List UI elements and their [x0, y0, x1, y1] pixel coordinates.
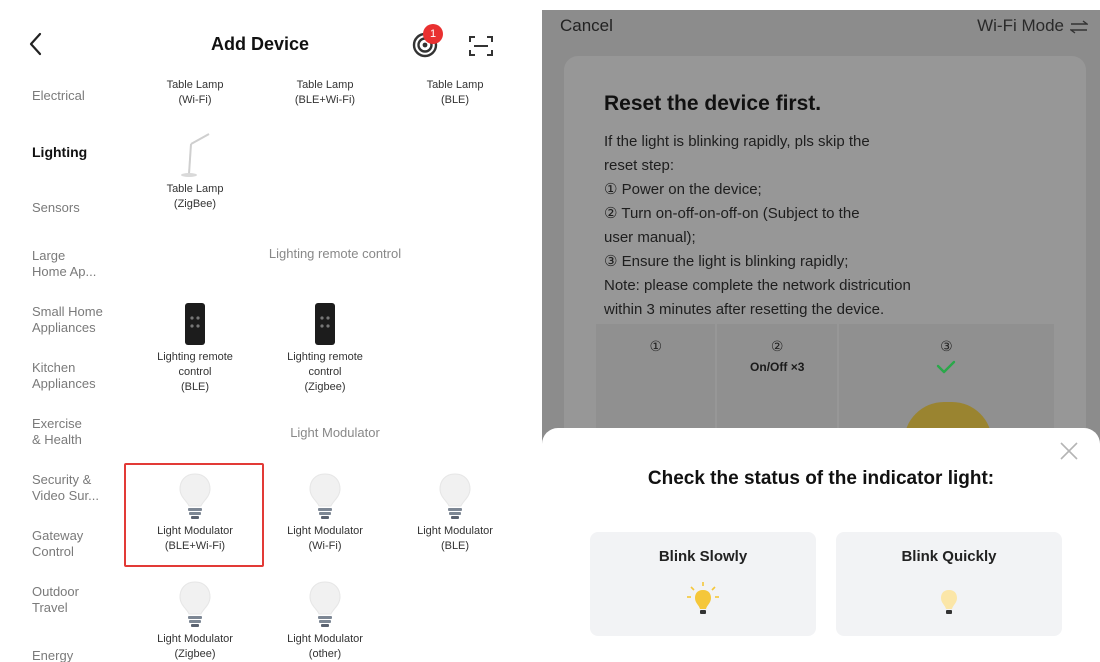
light-bulb-icon — [941, 590, 957, 614]
category-sidebar: Electrical Lighting Sensors Large Home A… — [0, 70, 130, 662]
category-security-video[interactable]: Security & Video Sur... — [32, 472, 122, 504]
scroll-fade — [130, 64, 520, 74]
device-remote-zigbee[interactable]: Lighting remote control (Zigbee) — [260, 292, 390, 395]
light-bulb-icon — [260, 466, 390, 520]
section-title-remote: Lighting remote control — [268, 246, 402, 261]
device-remote-ble[interactable]: Lighting remote control (BLE) — [130, 292, 260, 395]
light-bulb-icon — [130, 574, 260, 628]
mode-switch-button[interactable]: Wi-Fi Mode — [977, 16, 1064, 36]
step-caption: On/Off ×3 — [750, 360, 805, 374]
instruction-text: If the light is blinking rapidly, pls sk… — [604, 130, 1074, 322]
device-light-modulator-zigbee[interactable]: Light Modulator (Zigbee) — [130, 574, 260, 662]
device-light-modulator-ble[interactable]: Light Modulator (BLE) — [390, 466, 520, 554]
category-energy[interactable]: Energy — [32, 648, 122, 662]
instruction-line: ① Power on the device; — [604, 181, 762, 198]
category-kitchen-appliances[interactable]: Kitchen Appliances — [32, 360, 122, 392]
device-grid: Table Lamp (Wi-Fi) Table Lamp (BLE+Wi-Fi… — [130, 0, 520, 662]
add-device-screen: Add Device 1 Electrical Lighting Sensors… — [0, 0, 520, 662]
category-lighting[interactable]: Lighting — [32, 144, 122, 160]
step-number: ③ — [940, 338, 953, 354]
category-small-home-appliances[interactable]: Small Home Appliances — [32, 304, 122, 336]
check-icon — [839, 360, 1054, 379]
step-number: ① — [649, 338, 663, 354]
device-table-lamp-wifi[interactable]: Table Lamp (Wi-Fi) — [130, 78, 260, 108]
device-label: Light Modulator (BLE+Wi-Fi) — [157, 525, 233, 552]
instruction-line: ③ Ensure the light is blinking rapidly; — [604, 253, 849, 270]
device-label: Table Lamp (Wi-Fi) — [166, 79, 224, 106]
category-electrical[interactable]: Electrical — [32, 88, 122, 104]
light-bulb-icon — [390, 466, 520, 520]
category-sensors[interactable]: Sensors — [32, 200, 122, 216]
glowing-bulb-icon — [687, 582, 719, 614]
device-table-lamp-zigbee[interactable]: Table Lamp (ZigBee) — [130, 124, 260, 212]
cancel-button[interactable]: Cancel — [560, 16, 613, 36]
device-light-modulator-other[interactable]: Light Modulator (other) — [260, 574, 390, 662]
category-large-home-appliances[interactable]: Large Home Ap... — [32, 248, 122, 280]
category-gateway-control[interactable]: Gateway Control — [32, 528, 122, 560]
category-exercise-health[interactable]: Exercise & Health — [32, 416, 122, 448]
remote-control-icon — [130, 292, 260, 346]
close-button[interactable] — [1058, 440, 1080, 462]
device-table-lamp-ble[interactable]: Table Lamp (BLE) — [390, 78, 520, 108]
option-label: Blink Slowly — [658, 548, 748, 565]
sheet-title: Check the status of the indicator light: — [647, 468, 995, 489]
step-number: ② — [770, 338, 784, 354]
device-label: Table Lamp (ZigBee) — [166, 183, 224, 210]
instruction-line: ② Turn on-off-on-off-on (Subject to the … — [604, 205, 860, 246]
device-label: Table Lamp (BLE) — [426, 79, 484, 106]
blink-slowly-option[interactable]: Blink Slowly — [590, 532, 816, 636]
close-icon — [1060, 442, 1078, 460]
device-table-lamp-ble-wifi[interactable]: Table Lamp (BLE+Wi-Fi) — [260, 78, 390, 108]
option-label: Blink Quickly — [901, 548, 997, 565]
light-bulb-icon — [130, 466, 260, 520]
card-title: Reset the device first. — [604, 92, 822, 115]
section-title-modulator: Light Modulator — [290, 425, 380, 440]
light-bulb-icon — [260, 574, 390, 628]
device-light-modulator-ble-wifi[interactable]: Light Modulator (BLE+Wi-Fi) — [130, 466, 260, 554]
instruction-line: Note: please complete the network distri… — [604, 277, 911, 318]
device-label: Light Modulator (Zigbee) — [157, 633, 233, 660]
device-label: Light Modulator (other) — [287, 633, 363, 660]
indicator-status-sheet: Check the status of the indicator light:… — [542, 428, 1100, 662]
device-label: Lighting remote control (BLE) — [157, 351, 233, 393]
instruction-line: If the light is blinking rapidly, pls sk… — [604, 133, 870, 174]
device-label: Light Modulator (Wi-Fi) — [287, 525, 363, 552]
category-outdoor-travel[interactable]: Outdoor Travel — [32, 584, 122, 616]
device-label: Table Lamp (BLE+Wi-Fi) — [294, 79, 356, 106]
device-label: Light Modulator (BLE) — [417, 525, 493, 552]
reset-device-screen: Cancel Wi-Fi Mode Reset the device first… — [542, 10, 1100, 662]
device-label: Lighting remote control (Zigbee) — [287, 351, 363, 393]
instruction-card: Reset the device first. If the light is … — [564, 56, 1086, 476]
device-light-modulator-wifi[interactable]: Light Modulator (Wi-Fi) — [260, 466, 390, 554]
table-lamp-icon — [130, 124, 260, 178]
remote-control-icon — [260, 292, 390, 346]
switch-arrows-icon — [1070, 20, 1088, 34]
blink-quickly-option[interactable]: Blink Quickly — [836, 532, 1062, 636]
